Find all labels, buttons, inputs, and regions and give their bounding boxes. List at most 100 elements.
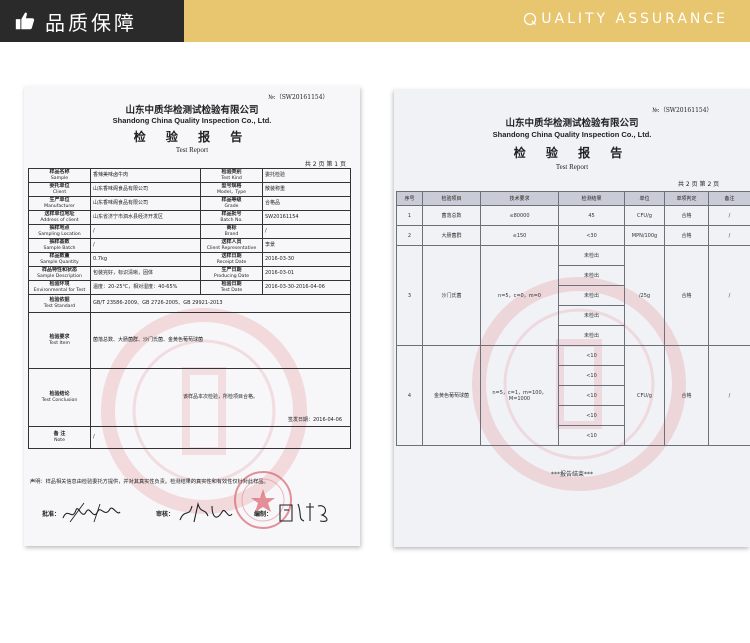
label-cell: 抽样地点 Sampling Location bbox=[28, 224, 91, 240]
cell-unit: /25g bbox=[624, 245, 665, 346]
label-cell: 送样日期 Receipt Date bbox=[200, 252, 263, 268]
label-cell: 备 注 Note bbox=[28, 426, 91, 450]
value-cell: 李景 bbox=[262, 238, 351, 254]
label-cell: 样品批号 Batch No. bbox=[200, 210, 263, 226]
label-cell: 检验结论 Test Conclusion bbox=[28, 368, 91, 428]
label-cell: 送样人员 Client Representative bbox=[200, 238, 263, 254]
cell-note: / bbox=[708, 225, 750, 246]
table-row: 检验依据 Test Standard GB/T 23586-2009、GB 272… bbox=[28, 294, 351, 314]
value-cell: SW20161154 bbox=[262, 210, 351, 226]
cell-note: / bbox=[708, 205, 750, 226]
cell-no: 3 bbox=[396, 245, 423, 346]
value-cell: / bbox=[90, 238, 201, 254]
report-number: №:（SW20161154） bbox=[652, 107, 713, 114]
label-cell: 抽样基数 Sample Batch bbox=[28, 238, 91, 254]
cell-item: 菌落总数 bbox=[422, 205, 481, 226]
value-cell: 香辣美味卤牛肉 bbox=[90, 167, 201, 184]
cell-result: <10 bbox=[558, 345, 625, 366]
label-cell: 商标 Brand bbox=[200, 224, 263, 240]
approver-signature-icon bbox=[62, 502, 121, 523]
cell-result: <10 bbox=[558, 425, 625, 446]
value-cell: / bbox=[90, 224, 201, 240]
label-cell: 委托单位 Client bbox=[28, 182, 91, 198]
table-row: 抽样基数 Sample Batch / 送样人员 Client Representa… bbox=[28, 238, 351, 254]
report-number: №:（SW20161154） bbox=[268, 94, 329, 101]
approve-label: 批准： bbox=[42, 511, 61, 518]
table-header-row: 序号 检验项目 技术要求 检测结果 单位 单项判定 备注 bbox=[396, 191, 750, 206]
label-cell: 样品等级 Grade bbox=[200, 196, 263, 212]
cell-result: <10 bbox=[558, 365, 625, 386]
cell-no: 1 bbox=[396, 205, 423, 226]
table-row: 抽样地点 Sampling Location / 商标 Brand / bbox=[28, 224, 351, 240]
value-cell: / bbox=[262, 224, 351, 240]
label-cell: 检验日期 Test Date bbox=[200, 280, 263, 296]
header-cell: 序号 bbox=[396, 191, 423, 206]
page-indicator: 共 2 页 第 1 页 bbox=[304, 161, 346, 168]
table-row: 检验要求 Test Item 菌落总数、大肠菌群、沙门氏菌、金黄色葡萄球菌 bbox=[28, 312, 351, 370]
banner-title-block: 品质保障 bbox=[0, 0, 184, 42]
table-row: 生产单位 Manufacturer 山东香味阁食品有限公司 样品等级 Grade 合… bbox=[28, 196, 351, 212]
table-row: 样品数量 Sample Quantity 0.7kg 送样日期 Receipt Da… bbox=[28, 252, 351, 268]
report-title-en: Test Report bbox=[175, 146, 209, 154]
table-row: 2 大肠菌群 ≤150 <30 MPN/100g 合格 / bbox=[396, 225, 750, 246]
report-title-cn: 检 验 报 告 bbox=[513, 146, 631, 160]
header-cell: 单位 bbox=[624, 191, 665, 206]
value-cell: 山东香味阁食品有限公司 bbox=[90, 196, 201, 212]
table-row: 委托单位 Client 山东香味阁食品有限公司 型号规格 Model，Type 散装… bbox=[28, 182, 351, 198]
report-title-en: Test Report bbox=[555, 163, 589, 171]
cell-result: 未检出 bbox=[558, 325, 625, 346]
value-cell: 该样品本次检验，所检项目合格。 签发日期：2016-04-06 bbox=[90, 368, 351, 428]
compile-label: 编制： bbox=[254, 511, 273, 518]
header-cell: 技术要求 bbox=[480, 191, 559, 206]
cell-req: ≤80000 bbox=[480, 205, 559, 226]
label-cell: 检验要求 Test Item bbox=[28, 312, 91, 370]
cell-result: <10 bbox=[558, 405, 625, 426]
header-cell: 检测结果 bbox=[558, 191, 625, 206]
report-page-2: №:（SW20161154） 山东中质华检测试检验有限公司 Shandong C… bbox=[394, 89, 750, 547]
label-cell: 型号规格 Model，Type bbox=[200, 182, 263, 198]
value-cell: 2016-03-01 bbox=[262, 266, 351, 282]
value-cell: 2016-03-30-2016-04-06 bbox=[262, 280, 351, 296]
issue-date: 签发日期：2016-04-06 bbox=[287, 416, 342, 423]
table-row: 检验环境 Environmental for Test 温度：20-25℃，相对湿… bbox=[28, 280, 351, 296]
value-cell: 菌落总数、大肠菌群、沙门氏菌、金黄色葡萄球菌 bbox=[90, 312, 351, 370]
table-row: 检验结论 Test Conclusion 该样品本次检验，所检项目合格。 签发日期… bbox=[28, 368, 351, 428]
value-cell: 2016-03-30 bbox=[262, 252, 351, 268]
table-row: 3 沙门氏菌 n=5，c=0，m=0 未检出 /25g 合格 / bbox=[396, 245, 750, 346]
reviewer-signature-icon bbox=[179, 501, 233, 523]
header-cell: 单项判定 bbox=[664, 191, 709, 206]
cell-result: 未检出 bbox=[558, 245, 625, 266]
label-cell: 样品特性和状态 Sample Description bbox=[28, 266, 91, 282]
cell-judge: 合格 bbox=[664, 345, 709, 446]
value-cell: 包装完好，标识清晰，固体 bbox=[90, 266, 201, 282]
cell-no: 2 bbox=[396, 225, 423, 246]
top-banner: 品质保障 UALITY ASSURANCE bbox=[0, 0, 750, 42]
cell-judge: 合格 bbox=[664, 205, 709, 226]
cell-unit: CFU/g bbox=[624, 345, 665, 446]
header-cell: 备注 bbox=[708, 191, 750, 206]
table-row: 1 菌落总数 ≤80000 45 CFU/g 合格 / bbox=[396, 205, 750, 226]
label-cell: 检验环境 Environmental for Test bbox=[28, 280, 91, 296]
cell-result: 未检出 bbox=[558, 285, 625, 306]
cell-judge: 合格 bbox=[664, 245, 709, 346]
cell-item: 大肠菌群 bbox=[422, 225, 481, 246]
company-name-cn: 山东中质华检测试检验有限公司 bbox=[505, 118, 639, 129]
banner-title: 品质保障 bbox=[45, 10, 137, 35]
value-cell: 散装称重 bbox=[262, 182, 351, 198]
table-row: 4 金黄色葡萄球菌 n=5，c=1，m=100，M=1000 <10 CFU/g… bbox=[396, 345, 750, 446]
value-cell: 合格品 bbox=[262, 196, 351, 212]
company-name-cn: 山东中质华检测试检验有限公司 bbox=[125, 105, 259, 116]
cell-req: n=5，c=1，m=100，M=1000 bbox=[480, 345, 559, 446]
value-cell: 0.7kg bbox=[90, 252, 201, 268]
crescent-q-icon bbox=[524, 12, 537, 26]
cell-result: <10 bbox=[558, 385, 625, 406]
report-end-note: ***报告结束*** bbox=[550, 471, 593, 478]
label-cell: 检验类别 Test Kind bbox=[200, 167, 263, 184]
report-page-1: №:（SW20161154） 山东中质华检测试检验有限公司 Shandong C… bbox=[24, 86, 360, 546]
thumbs-up-icon bbox=[15, 12, 35, 30]
banner-subtitle: UALITY ASSURANCE bbox=[541, 11, 728, 27]
cell-req: ≤150 bbox=[480, 225, 559, 246]
cell-req: n=5，c=0，m=0 bbox=[480, 245, 559, 346]
label-cell: 生产日期 Producing Date bbox=[200, 266, 263, 282]
table-row: 样品名称 Sample 香辣美味卤牛肉 检验类别 Test Kind 委托检验 bbox=[28, 167, 351, 184]
